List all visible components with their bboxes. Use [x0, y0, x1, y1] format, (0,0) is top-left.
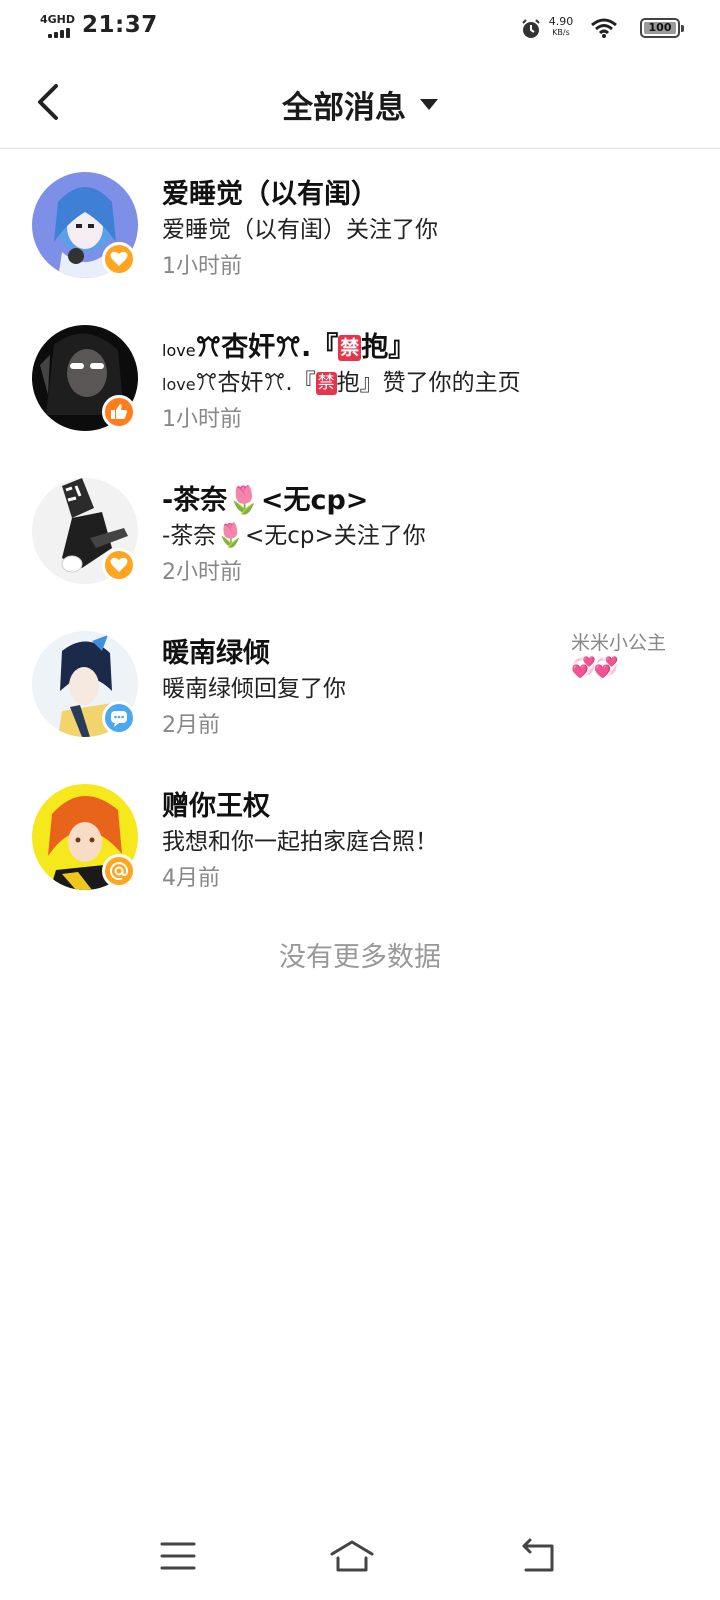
comment-icon	[102, 701, 136, 735]
name-prefix: -茶奈	[162, 523, 217, 549]
menu-button[interactable]	[154, 1536, 202, 1576]
message-time: 2小时前	[162, 560, 242, 585]
list-item[interactable]: 爱睡觉（以有闺） 爱睡觉（以有闺）关注了你 1小时前	[0, 150, 720, 303]
sender-name: 赠你王权	[162, 791, 270, 822]
alarm-icon	[522, 19, 540, 38]
hearts-emoji: 💞💞	[570, 655, 619, 679]
message-text: 爱睡觉（以有闺）关注了你	[162, 217, 438, 243]
name-prefix: -茶奈	[162, 485, 228, 516]
back-nav-button[interactable]	[514, 1536, 562, 1576]
name-middle: ꔫ杏奸ꔫ.『	[195, 332, 339, 363]
message-text: loveꔫ杏奸ꔫ.『 禁抱』赞了你的主页	[162, 363, 521, 397]
list-item[interactable]: 暖南绿倾 暖南绿倾回复了你 2月前 米米小公主 💞💞	[0, 609, 720, 762]
list-item[interactable]: 赠你王权 我想和你一起拍家庭合照！ 4月前	[0, 762, 720, 915]
message-text: -茶奈🌷<无cp>关注了你	[162, 516, 426, 550]
thumbs-up-icon	[102, 395, 136, 429]
system-nav-bar	[0, 1520, 720, 1600]
clock: 21:37	[82, 12, 158, 38]
sender-name: loveꔫ杏奸ꔫ.『 禁抱』	[162, 325, 415, 364]
caret-down-icon	[420, 99, 438, 110]
signal-icon	[48, 28, 72, 38]
message-text: 我想和你一起拍家庭合照！	[162, 829, 438, 855]
name-prefix: love	[162, 375, 196, 394]
tulip-emoji: 🌷	[227, 485, 261, 516]
name-prefix: love	[162, 341, 196, 360]
ban-emoji: 禁	[338, 335, 362, 361]
speed-unit: KB/s	[552, 28, 570, 37]
list-item[interactable]: loveꔫ杏奸ꔫ.『 禁抱』 loveꔫ杏奸ꔫ.『 禁抱』赞了你的主页 1小时前	[0, 303, 720, 456]
reply-target-tag: 米米小公主 💞💞	[571, 631, 666, 679]
header: 全部消息	[0, 56, 720, 149]
no-more-data: 没有更多数据	[279, 942, 441, 973]
home-icon	[330, 1540, 374, 1572]
tulip-emoji: 🌷	[216, 523, 245, 549]
name-suffix: <无cp>	[260, 485, 369, 516]
message-time: 4月前	[162, 866, 220, 891]
text-suffix: 抱』赞了你的主页	[336, 370, 521, 396]
home-button[interactable]	[328, 1536, 376, 1576]
sender-name: 暖南绿倾	[162, 638, 270, 669]
name-suffix: 抱』	[361, 332, 416, 363]
message-time: 1小时前	[162, 407, 242, 432]
wifi-icon	[591, 18, 617, 38]
battery-level: 100	[648, 21, 672, 34]
reply-target-name: 米米小公主	[570, 632, 666, 654]
list-item[interactable]: -茶奈🌷<无cp> -茶奈🌷<无cp>关注了你 2小时前	[0, 456, 720, 609]
heart-icon	[102, 242, 136, 276]
message-text: 暖南绿倾回复了你	[162, 676, 346, 702]
title-dropdown[interactable]: 全部消息	[0, 82, 720, 127]
message-time: 2月前	[162, 713, 220, 738]
at-icon	[102, 854, 136, 888]
message-list: 爱睡觉（以有闺） 爱睡觉（以有闺）关注了你 1小时前 loveꔫ杏奸ꔫ.『 禁抱』…	[0, 150, 720, 915]
page-title: 全部消息	[282, 90, 406, 126]
sender-name: -茶奈🌷<无cp>	[162, 478, 368, 517]
ban-emoji: 禁	[315, 372, 337, 395]
heart-icon	[102, 548, 136, 582]
back-icon	[522, 1538, 554, 1572]
battery-icon: 100	[640, 18, 684, 38]
message-time: 1小时前	[162, 254, 242, 279]
status-bar: 4GHD 21:37 4.90 KB/s 100	[0, 0, 720, 56]
menu-icon	[160, 1542, 196, 1570]
sender-name: 爱睡觉（以有闺）	[162, 179, 378, 210]
network-speed: 4.90 KB/s	[544, 16, 578, 38]
network-type: 4GHD	[40, 13, 76, 26]
name-middle: ꔫ杏奸ꔫ.『	[195, 370, 316, 396]
text-suffix: <无cp>关注了你	[244, 523, 426, 549]
